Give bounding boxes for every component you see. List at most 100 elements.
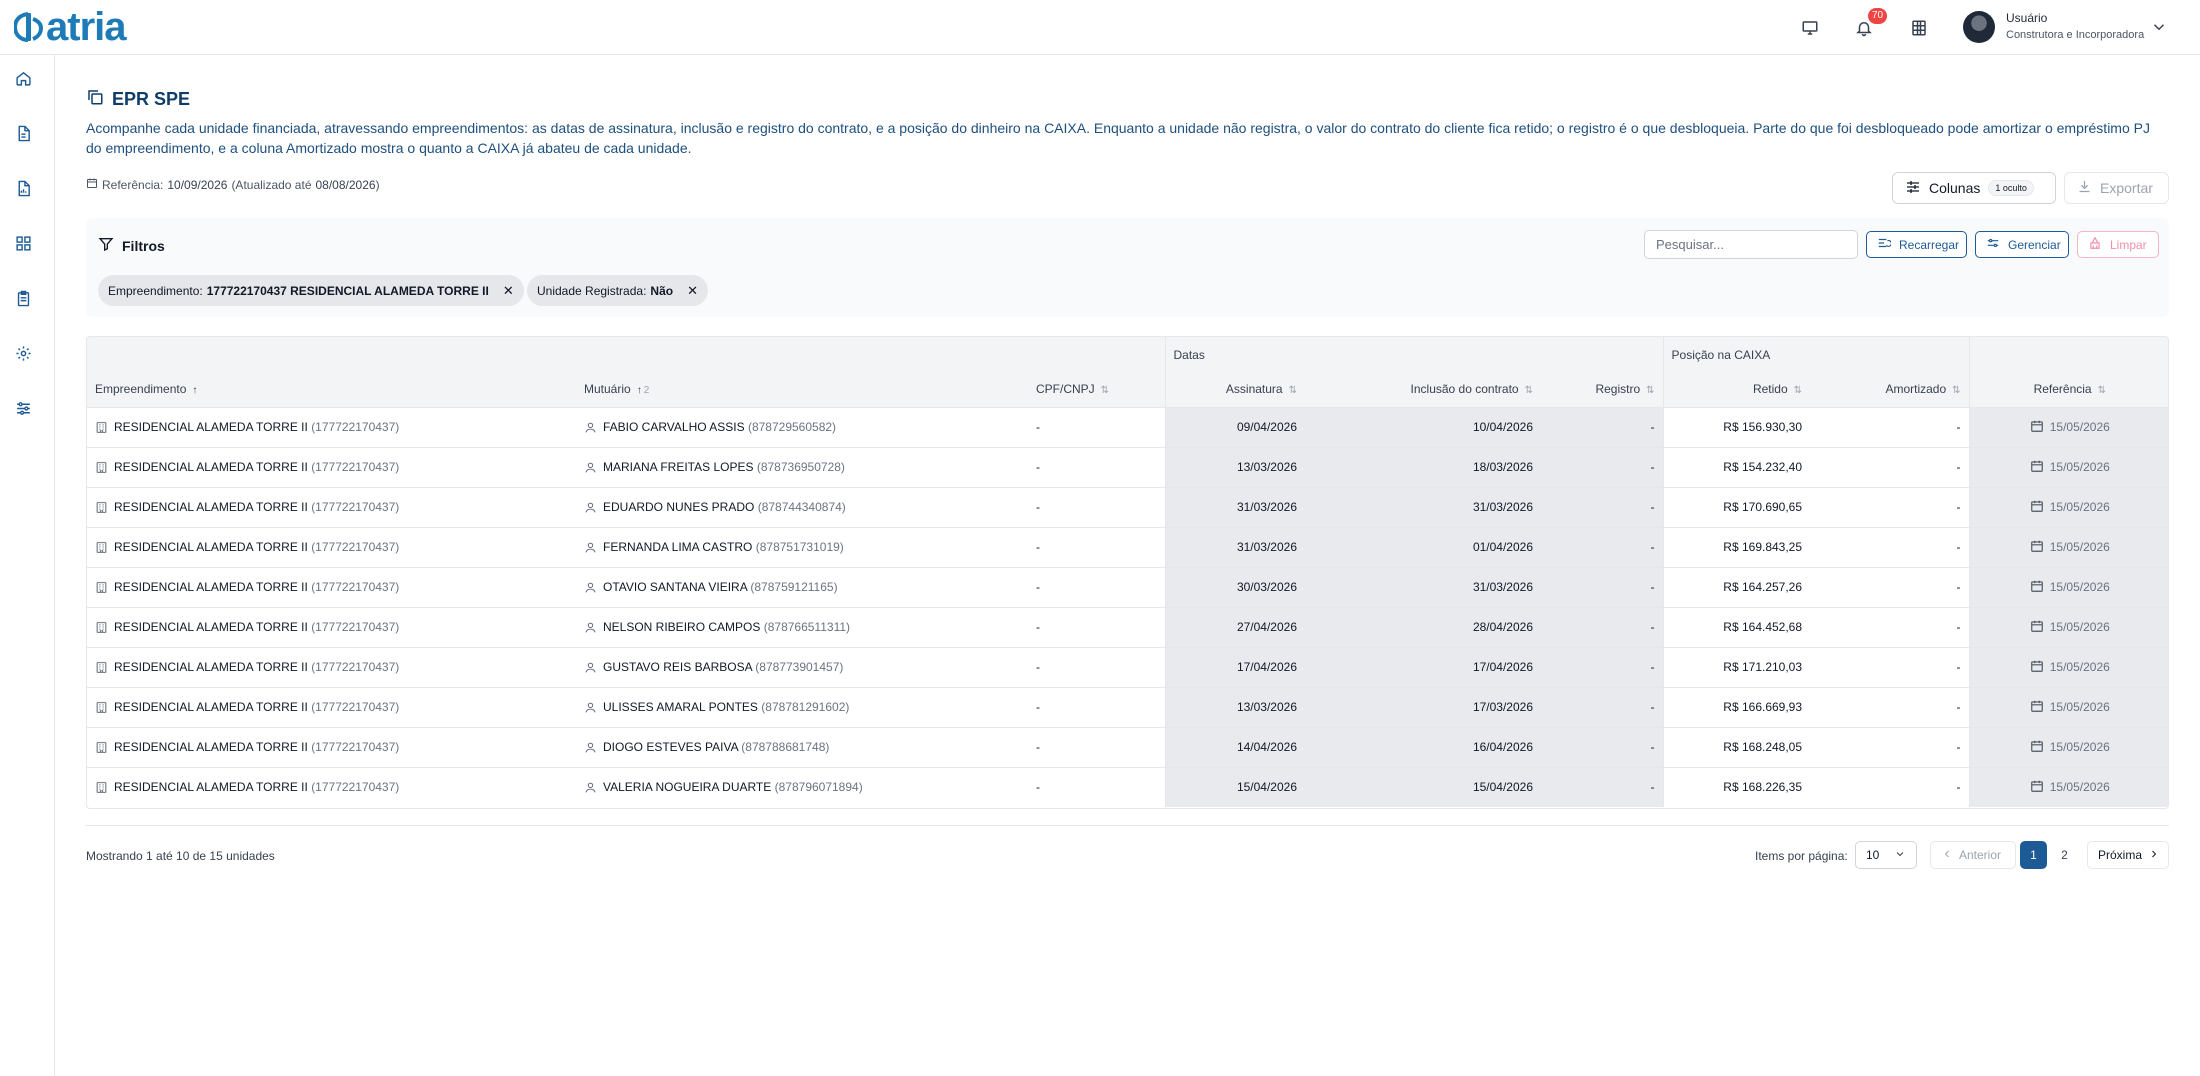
close-icon[interactable]: ✕ <box>687 283 698 299</box>
calendar-icon <box>2030 459 2044 476</box>
column-header-assinatura[interactable]: Assinatura ⇅ <box>1164 372 1305 408</box>
sort-asc-icon[interactable]: ↑ <box>192 385 197 396</box>
cell-amortizado: - <box>1810 727 1970 768</box>
sidebar <box>0 55 55 1076</box>
group-header-datas: Datas <box>1164 337 1664 372</box>
cell-mutuario: ULISSES AMARAL PONTES (878781291602) <box>576 687 1028 728</box>
next-label: Próxima <box>2098 848 2143 862</box>
table-row[interactable]: RESIDENCIAL ALAMEDA TORRE II (1777221704… <box>87 567 2168 608</box>
page-1-button[interactable]: 1 <box>2020 841 2047 869</box>
previous-page-button[interactable]: Anterior <box>1930 841 2016 869</box>
cell-empreendimento: RESIDENCIAL ALAMEDA TORRE II (1777221704… <box>87 687 576 728</box>
sort-icon[interactable]: ⇅ <box>1525 385 1533 396</box>
sort-order: 2 <box>643 385 650 397</box>
table-row[interactable]: RESIDENCIAL ALAMEDA TORRE II (1777221704… <box>87 727 2168 768</box>
sort-asc-icon[interactable]: ↑ <box>637 385 642 396</box>
user-icon <box>584 540 603 554</box>
cell-amortizado: - <box>1810 567 1970 608</box>
sort-icon[interactable]: ⇅ <box>1646 385 1654 396</box>
reload-icon <box>1877 236 1893 253</box>
page-header: EPR SPE <box>86 88 190 111</box>
cell-registro: - <box>1541 767 1664 807</box>
sort-icon[interactable]: ⇅ <box>1289 385 1297 396</box>
table-row[interactable]: RESIDENCIAL ALAMEDA TORRE II (1777221704… <box>87 447 2168 488</box>
reload-button[interactable]: Recarregar <box>1866 231 1967 258</box>
chevron-down-icon[interactable] <box>2150 18 2168 36</box>
cell-mutuario: OTAVIO SANTANA VIEIRA (878759121165) <box>576 567 1028 608</box>
sort-icon[interactable]: ⇅ <box>2098 385 2106 396</box>
cell-assinatura: 31/03/2026 <box>1164 527 1305 568</box>
cell-inclusao: 28/04/2026 <box>1305 607 1541 648</box>
atria-logo[interactable]: atria <box>14 7 126 47</box>
export-label: Exportar <box>2100 180 2153 196</box>
filter-chip-empreendimento[interactable]: Empreendimento: 177722170437 RESIDENCIAL… <box>98 275 524 306</box>
building-grid-icon[interactable] <box>1906 15 1932 41</box>
page-title: EPR SPE <box>112 89 191 109</box>
building-icon <box>95 660 114 674</box>
filter-chip-unidade-registrada[interactable]: Unidade Registrada: Não ✕ <box>527 275 708 306</box>
clear-button[interactable]: Limpar <box>2077 231 2159 258</box>
group-header-posicao: Posição na CAIXA <box>1662 337 1970 372</box>
clipboard-icon[interactable] <box>13 288 33 308</box>
close-icon[interactable]: ✕ <box>503 283 514 299</box>
column-header-empreendimento[interactable]: Empreendimento ↑ <box>87 372 576 408</box>
column-header-referencia[interactable]: Referência ⇅ <box>1968 372 2168 408</box>
cell-assinatura: 13/03/2026 <box>1164 687 1305 728</box>
dashboard-icon[interactable] <box>13 233 33 253</box>
building-icon <box>95 740 114 754</box>
cell-empreendimento: RESIDENCIAL ALAMEDA TORRE II (1777221704… <box>87 647 576 688</box>
file-chart-icon[interactable] <box>13 178 33 198</box>
avatar[interactable] <box>1963 11 1995 43</box>
sort-icon[interactable]: ⇅ <box>1952 385 1960 396</box>
home-icon[interactable] <box>13 68 33 88</box>
cell-referencia: 15/05/2026 <box>1968 567 2168 608</box>
per-page-select[interactable]: 10 <box>1855 841 1917 869</box>
table-row[interactable]: RESIDENCIAL ALAMEDA TORRE II (1777221704… <box>87 407 2168 448</box>
export-button[interactable]: Exportar <box>2064 172 2169 204</box>
cell-retido: R$ 171.210,03 <box>1662 647 1811 688</box>
column-header-inclusao[interactable]: Inclusão do contrato ⇅ <box>1305 372 1541 408</box>
sort-icon[interactable]: ⇅ <box>1101 385 1109 396</box>
cell-cpf: - <box>1028 727 1165 768</box>
page-2-button[interactable]: 2 <box>2051 841 2078 869</box>
document-icon[interactable] <box>13 123 33 143</box>
table-row[interactable]: RESIDENCIAL ALAMEDA TORRE II (1777221704… <box>87 487 2168 528</box>
group-header-blank <box>87 337 1165 372</box>
table-row[interactable]: RESIDENCIAL ALAMEDA TORRE II (1777221704… <box>87 767 2168 807</box>
chip-value: 177722170437 RESIDENCIAL ALAMEDA TORRE I… <box>206 283 489 298</box>
table-row[interactable]: RESIDENCIAL ALAMEDA TORRE II (1777221704… <box>87 527 2168 568</box>
column-header-cpf[interactable]: CPF/CNPJ ⇅ <box>1028 372 1165 408</box>
cell-assinatura: 13/03/2026 <box>1164 447 1305 488</box>
units-table: Datas Posição na CAIXA Empreendimento ↑ M… <box>86 336 2169 809</box>
user-icon <box>584 700 603 714</box>
columns-button[interactable]: Colunas 1 oculto <box>1892 172 2056 204</box>
manage-button[interactable]: Gerenciar <box>1975 231 2069 258</box>
cell-retido: R$ 170.690,65 <box>1662 487 1811 528</box>
table-row[interactable]: RESIDENCIAL ALAMEDA TORRE II (1777221704… <box>87 687 2168 728</box>
gear-icon[interactable] <box>13 343 33 363</box>
cell-amortizado: - <box>1956 780 1961 795</box>
column-header-mutuario[interactable]: Mutuário ↑ 2 <box>576 372 1028 408</box>
next-page-button[interactable]: Próxima <box>2087 841 2169 869</box>
filters-title: Filtros <box>122 237 165 254</box>
sort-icon[interactable]: ⇅ <box>1794 385 1802 396</box>
chip-key: Unidade Registrada: <box>537 283 647 298</box>
cell-retido: R$ 166.669,93 <box>1662 687 1811 728</box>
calendar-icon <box>2030 499 2044 516</box>
search-input[interactable] <box>1644 230 1858 259</box>
user-icon <box>584 580 603 594</box>
cell-registro: - <box>1541 607 1664 648</box>
column-header-amortizado[interactable]: Amortizado ⇅ <box>1810 372 1970 408</box>
updated-prefix: (Atualizado até <box>231 177 312 192</box>
column-header-registro[interactable]: Registro ⇅ <box>1541 372 1664 408</box>
reference-date: 10/09/2026 <box>167 177 228 192</box>
top-bar: atria 70 Usuário Construtora e Incorpora… <box>0 0 2200 55</box>
columns-hidden-badge: 1 oculto <box>1988 180 2034 196</box>
table-row[interactable]: RESIDENCIAL ALAMEDA TORRE II (1777221704… <box>87 647 2168 688</box>
updated-date: 08/08/2026 <box>315 177 376 192</box>
sliders-icon[interactable] <box>13 398 33 418</box>
cell-retido: R$ 164.257,26 <box>1662 567 1811 608</box>
table-row[interactable]: RESIDENCIAL ALAMEDA TORRE II (1777221704… <box>87 607 2168 648</box>
monitor-icon[interactable] <box>1797 15 1823 41</box>
column-header-retido[interactable]: Retido ⇅ <box>1662 372 1811 408</box>
